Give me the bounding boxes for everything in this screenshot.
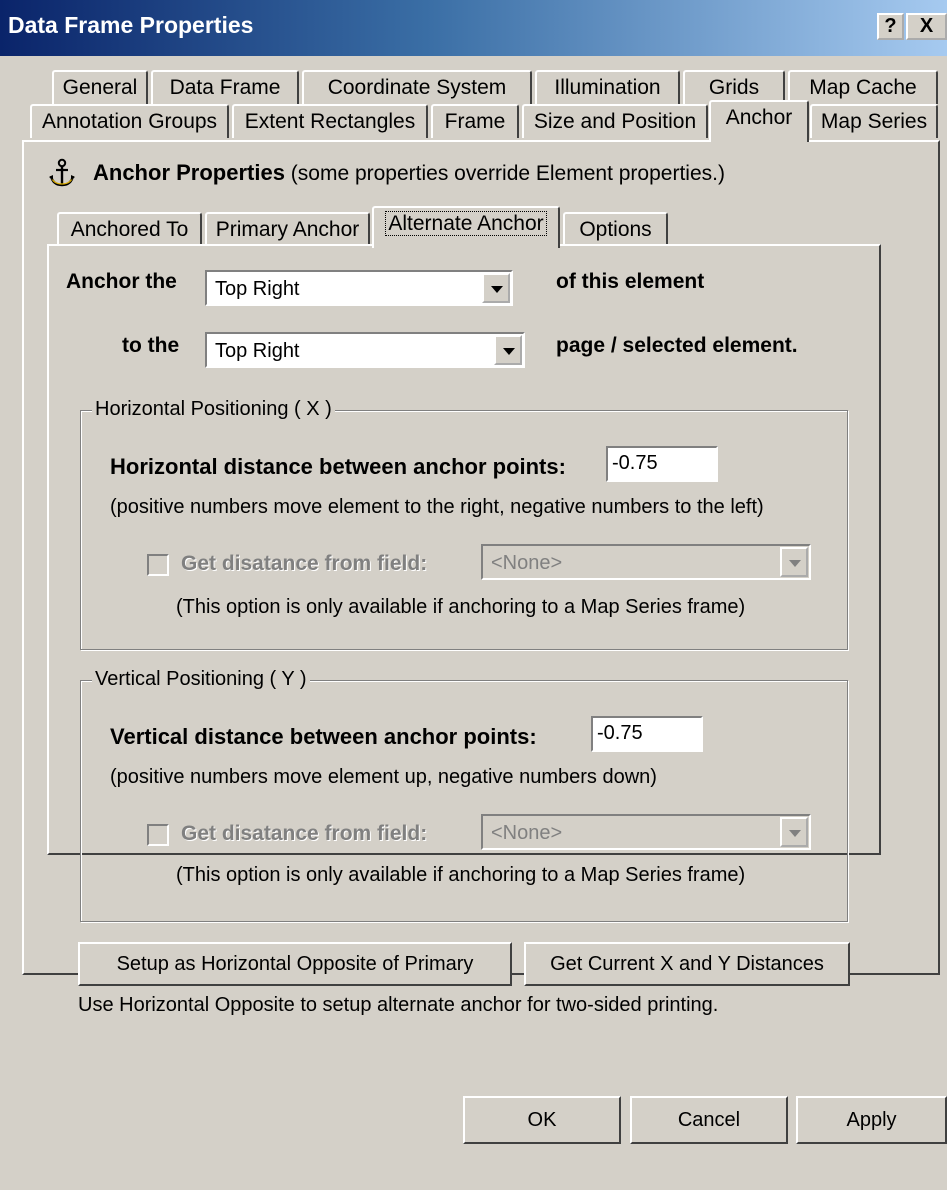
vertical-field-select[interactable]: <None>: [481, 814, 811, 850]
tab-data-frame[interactable]: Data Frame: [151, 70, 299, 104]
tab-alternate-anchor-label: Alternate Anchor: [385, 211, 547, 236]
title-bar[interactable]: Data Frame Properties ? X: [0, 0, 947, 56]
tab-size-and-position[interactable]: Size and Position: [522, 104, 708, 138]
ok-button[interactable]: OK: [463, 1096, 621, 1144]
tab-coordinate-system[interactable]: Coordinate System: [302, 70, 532, 104]
horizontal-hint: (positive numbers move element to the ri…: [110, 496, 764, 518]
vertical-field-note: (This option is only available if anchor…: [176, 864, 746, 886]
anchor-properties-heading: Anchor Properties (some properties overr…: [93, 160, 725, 186]
vertical-field-value: <None>: [491, 822, 563, 844]
chevron-down-icon[interactable]: [780, 547, 808, 577]
chevron-down-icon[interactable]: [482, 273, 510, 303]
vertical-hint: (positive numbers move element up, negat…: [110, 766, 657, 788]
vertical-distance-label: Vertical distance between anchor points:: [110, 724, 537, 749]
tab-options-label: Options: [579, 218, 652, 241]
tab-options[interactable]: Options: [563, 212, 668, 246]
vertical-field-checkbox[interactable]: [147, 824, 169, 846]
to-the-value: Top Right: [215, 340, 300, 362]
horizontal-field-label: Get disatance from field:: [181, 552, 428, 575]
tab-map-cache[interactable]: Map Cache: [788, 70, 938, 104]
anchor-the-suffix: of this element: [556, 270, 705, 293]
tab-primary-anchor-label: Primary Anchor: [215, 218, 360, 241]
horizontal-field-note: (This option is only available if anchor…: [176, 596, 746, 618]
tab-alternate-anchor[interactable]: Alternate Anchor: [372, 206, 560, 248]
chevron-down-icon[interactable]: [780, 817, 808, 847]
tab-anchored-to-label: Anchored To: [70, 218, 189, 241]
anchor-the-select[interactable]: Top Right: [205, 270, 513, 306]
tab-grids[interactable]: Grids: [683, 70, 785, 104]
vertical-positioning-legend: Vertical Positioning ( Y ): [92, 668, 310, 691]
to-the-select[interactable]: Top Right: [205, 332, 525, 368]
tab-annotation-groups[interactable]: Annotation Groups: [30, 104, 229, 138]
chevron-down-icon[interactable]: [494, 335, 522, 365]
help-button[interactable]: ?: [877, 13, 904, 40]
horizontal-field-value: <None>: [491, 552, 563, 574]
tab-anchor[interactable]: Anchor: [709, 100, 809, 142]
vertical-distance-input[interactable]: -0.75: [591, 716, 703, 752]
tab-anchored-to[interactable]: Anchored To: [57, 212, 202, 246]
get-current-distances-button[interactable]: Get Current X and Y Distances: [524, 942, 850, 986]
cancel-button[interactable]: Cancel: [630, 1096, 788, 1144]
footer-note: Use Horizontal Opposite to setup alterna…: [78, 994, 719, 1016]
anchor-icon: [47, 158, 77, 188]
horizontal-positioning-legend: Horizontal Positioning ( X ): [92, 398, 335, 421]
tab-primary-anchor[interactable]: Primary Anchor: [205, 212, 370, 246]
horizontal-opposite-button[interactable]: Setup as Horizontal Opposite of Primary: [78, 942, 512, 986]
anchor-the-value: Top Right: [215, 278, 300, 300]
horizontal-distance-input[interactable]: -0.75: [606, 446, 718, 482]
horizontal-field-checkbox[interactable]: [147, 554, 169, 576]
to-the-suffix: page / selected element.: [556, 334, 798, 357]
tab-map-series[interactable]: Map Series: [810, 104, 938, 138]
apply-button[interactable]: Apply: [796, 1096, 947, 1144]
close-button[interactable]: X: [906, 13, 947, 40]
to-the-label: to the: [122, 334, 180, 357]
anchor-the-label: Anchor the: [66, 270, 177, 293]
tab-illumination[interactable]: Illumination: [535, 70, 680, 104]
tab-general[interactable]: General: [52, 70, 148, 104]
vertical-field-label: Get disatance from field:: [181, 822, 428, 845]
tab-frame[interactable]: Frame: [431, 104, 519, 138]
anchor-properties-title: Anchor Properties: [93, 160, 285, 185]
tab-extent-rectangles[interactable]: Extent Rectangles: [232, 104, 428, 138]
window-title: Data Frame Properties: [8, 12, 254, 38]
anchor-properties-note: (some properties override Element proper…: [290, 162, 725, 185]
horizontal-distance-label: Horizontal distance between anchor point…: [110, 454, 566, 479]
horizontal-field-select[interactable]: <None>: [481, 544, 811, 580]
